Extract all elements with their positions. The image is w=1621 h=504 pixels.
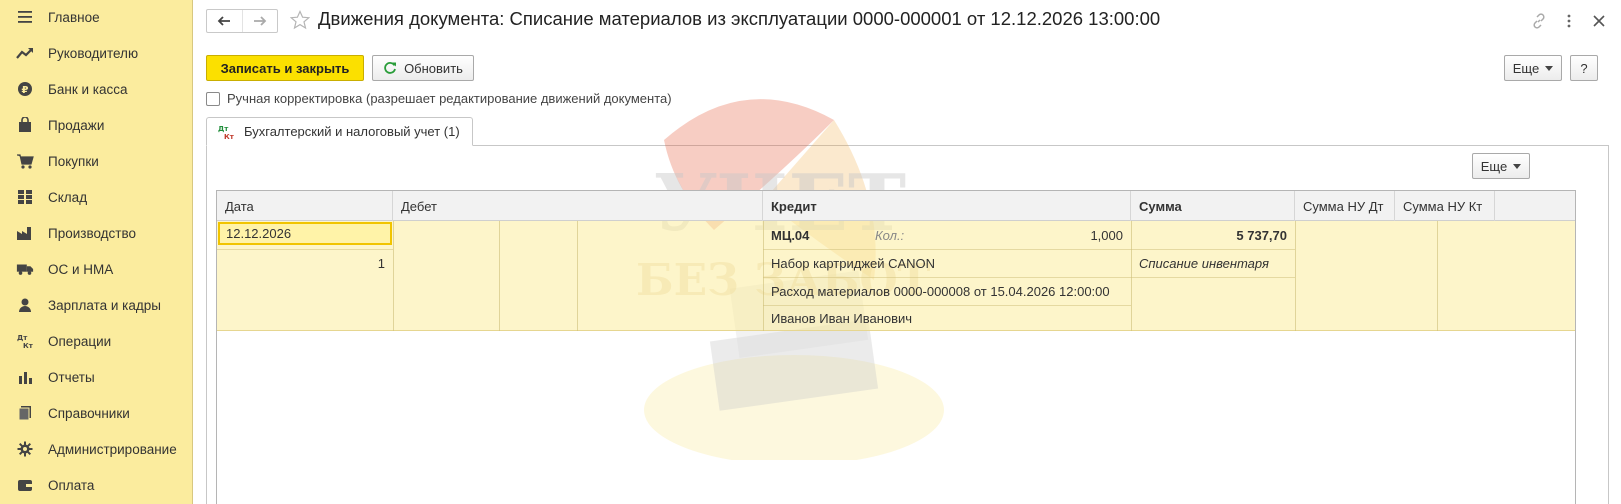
column-header-tax-dt[interactable]: Сумма НУ Дт xyxy=(1295,191,1395,221)
postings-table: Дата Дебет Кредит Сумма Сумма НУ Дт Сумм… xyxy=(216,190,1576,504)
cart-icon xyxy=(16,152,34,170)
dropdown-arrow-icon xyxy=(1545,65,1554,71)
credit-subconto2-cell[interactable]: Расход материалов 0000-000008 от 15.04.2… xyxy=(771,277,1110,305)
factory-icon xyxy=(16,224,34,242)
amount-cell[interactable]: 5 737,70 xyxy=(1131,221,1287,249)
column-header-tax-kt[interactable]: Сумма НУ Кт xyxy=(1395,191,1495,221)
sidebar-item-reports[interactable]: Отчеты xyxy=(0,362,193,392)
main-content: Движения документа: Списание материалов … xyxy=(194,0,1621,504)
amount-description-cell[interactable]: Списание инвентаря xyxy=(1139,249,1269,277)
save-and-close-label: Записать и закрыть xyxy=(220,60,350,76)
help-button[interactable]: ? xyxy=(1570,55,1598,81)
svg-text:Кт: Кт xyxy=(23,342,34,349)
tab-accounting[interactable]: Дт Кт Бухгалтерский и налоговый учет (1) xyxy=(206,117,473,146)
sidebar-item-label: Администрирование xyxy=(48,441,177,457)
person-icon xyxy=(16,296,34,314)
column-header-credit[interactable]: Кредит xyxy=(763,191,1131,221)
trend-up-icon xyxy=(16,44,34,62)
books-icon xyxy=(16,404,34,422)
manual-edit-label: Ручная корректировка (разрешает редактир… xyxy=(227,91,672,106)
table-header: Дата Дебет Кредит Сумма Сумма НУ Дт Сумм… xyxy=(217,191,1575,221)
wallet-icon xyxy=(16,476,34,494)
sidebar-item-main[interactable]: Главное xyxy=(0,2,193,32)
more-actions-button[interactable]: Еще xyxy=(1504,55,1562,81)
sidebar-item-label: Главное xyxy=(48,9,100,25)
favorite-star-icon[interactable] xyxy=(289,10,312,32)
column-header-amount[interactable]: Сумма xyxy=(1131,191,1295,221)
close-icon[interactable] xyxy=(1588,10,1610,32)
sidebar-item-label: Отчеты xyxy=(48,369,95,385)
sidebar-item-bank[interactable]: ₽ Банк и касса xyxy=(0,74,193,104)
sidebar-item-salary[interactable]: Зарплата и кадры xyxy=(0,290,193,320)
back-button[interactable] xyxy=(207,10,242,32)
sidebar-item-manager[interactable]: Руководителю xyxy=(0,38,193,68)
sidebar-item-assets[interactable]: ОС и НМА xyxy=(0,254,193,284)
refresh-icon xyxy=(384,62,397,74)
bar-chart-icon xyxy=(16,368,34,386)
sidebar-item-payment[interactable]: Оплата xyxy=(0,470,193,500)
dt-kt-icon: Дт Кт xyxy=(16,332,34,350)
app-window: Главное Руководителю ₽ Банк и касса Прод… xyxy=(0,0,1621,504)
sidebar-item-label: Банк и касса xyxy=(48,81,128,97)
arrow-left-icon xyxy=(217,16,231,26)
dropdown-arrow-icon xyxy=(1513,163,1522,169)
table-more-button[interactable]: Еще xyxy=(1472,153,1530,179)
credit-account-cell[interactable]: МЦ.04 xyxy=(771,221,809,249)
sidebar-item-catalogs[interactable]: Справочники xyxy=(0,398,193,428)
line-number-cell: 1 xyxy=(377,255,385,271)
date-cell[interactable]: 12.12.2026 xyxy=(218,222,392,245)
more-label: Еще xyxy=(1512,60,1540,76)
qty-value-cell[interactable]: 1,000 xyxy=(937,221,1123,249)
history-nav xyxy=(206,9,278,33)
gear-icon xyxy=(16,440,34,458)
help-label: ? xyxy=(1580,60,1588,76)
save-and-close-button[interactable]: Записать и закрыть xyxy=(206,55,364,81)
column-header-date[interactable]: Дата xyxy=(217,191,393,221)
page-title: Движения документа: Списание материалов … xyxy=(318,8,1161,29)
link-icon[interactable] xyxy=(1528,10,1550,32)
dt-kt-icon: Дт Кт xyxy=(218,125,235,140)
coin-icon: ₽ xyxy=(16,80,34,98)
more-vertical-icon[interactable] xyxy=(1558,10,1580,32)
svg-text:Дт: Дт xyxy=(17,334,28,342)
arrow-right-icon xyxy=(253,16,267,26)
sidebar-item-label: Производство xyxy=(48,225,137,241)
sidebar-item-label: ОС и НМА xyxy=(48,261,114,277)
sidebar-item-admin[interactable]: Администрирование xyxy=(0,434,193,464)
refresh-button[interactable]: Обновить xyxy=(372,55,474,81)
svg-text:Кт: Кт xyxy=(224,133,235,140)
sidebar-item-label: Покупки xyxy=(48,153,99,169)
sidebar-item-label: Склад xyxy=(48,189,88,205)
tab-accounting-label: Бухгалтерский и налоговый учет (1) xyxy=(244,124,460,139)
sidebar-item-purchases[interactable]: Покупки xyxy=(0,146,193,176)
sidebar-item-label: Справочники xyxy=(48,405,130,421)
table-more-label: Еще xyxy=(1480,158,1508,174)
sidebar-item-sales[interactable]: Продажи xyxy=(0,110,193,140)
warehouse-icon xyxy=(16,188,34,206)
credit-subconto1-cell[interactable]: Набор картриджей CANON xyxy=(771,249,935,277)
refresh-label: Обновить xyxy=(404,60,463,76)
column-header-debit[interactable]: Дебет xyxy=(393,191,763,221)
shopping-bag-icon xyxy=(16,116,34,134)
svg-text:₽: ₽ xyxy=(22,85,29,96)
manual-edit-checkbox[interactable] xyxy=(206,91,220,106)
sidebar: Главное Руководителю ₽ Банк и касса Прод… xyxy=(0,0,193,504)
sidebar-item-warehouse[interactable]: Склад xyxy=(0,182,193,212)
manual-edit-row: Ручная корректировка (разрешает редактир… xyxy=(206,91,672,106)
credit-subconto3-cell[interactable]: Иванов Иван Иванович xyxy=(771,305,912,331)
svg-text:Дт: Дт xyxy=(218,125,229,133)
menu-lines-icon xyxy=(16,8,34,26)
sidebar-item-label: Продажи xyxy=(48,117,105,133)
qty-label: Кол.: xyxy=(875,227,905,243)
sidebar-item-operations[interactable]: Дт Кт Операции xyxy=(0,326,193,356)
sidebar-item-label: Руководителю xyxy=(48,45,139,61)
sidebar-item-label: Операции xyxy=(48,333,112,349)
sidebar-item-label: Оплата xyxy=(48,477,95,493)
sidebar-item-label: Зарплата и кадры xyxy=(48,297,161,313)
forward-button[interactable] xyxy=(241,10,278,32)
sidebar-item-production[interactable]: Производство xyxy=(0,218,193,248)
truck-icon xyxy=(16,260,34,278)
